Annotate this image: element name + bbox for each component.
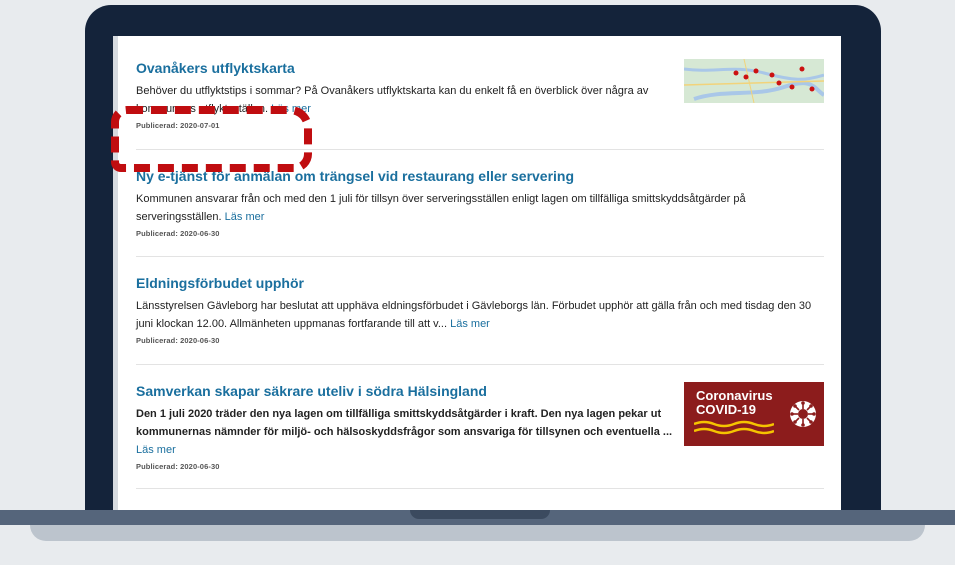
screen-edge: [113, 36, 118, 511]
covid-thumbnail[interactable]: Coronavirus COVID-19: [684, 382, 824, 446]
news-item: Ny e-tjänst för anmälan om trängsel vid …: [136, 168, 824, 238]
divider: [136, 149, 824, 150]
article-title-link[interactable]: Eldningsförbudet upphör: [136, 275, 304, 291]
article-summary: Länsstyrelsen Gävleborg har beslutat att…: [136, 297, 824, 333]
laptop-notch: [410, 510, 550, 519]
divider: [136, 256, 824, 257]
laptop-base-shadow: [30, 525, 925, 541]
divider: [136, 488, 824, 489]
article-summary: Kommunen ansvarar från och med den 1 jul…: [136, 190, 816, 226]
read-more-link[interactable]: Läs mer: [271, 103, 311, 115]
publish-date: Publicerad: 2020-06-30: [136, 229, 220, 238]
article-title-link[interactable]: Samverkan skapar säkrare uteliv i södra …: [136, 383, 487, 399]
article-summary: Den 1 juli 2020 träder den nya lagen om …: [136, 405, 676, 459]
wave-decoration-icon: [694, 420, 774, 435]
covid-badge-line1: Coronavirus: [696, 388, 773, 403]
read-more-link[interactable]: Läs mer: [136, 444, 176, 456]
divider: [136, 364, 824, 365]
article-title-link[interactable]: Ovanåkers utflyktskarta: [136, 60, 295, 76]
read-more-link[interactable]: Läs mer: [450, 318, 490, 330]
article-text: Behöver du utflyktstips i sommar? På Ova…: [136, 85, 649, 115]
article-summary: Behöver du utflyktstips i sommar? På Ova…: [136, 82, 676, 118]
article-title-link[interactable]: Ny e-tjänst för anmälan om trängsel vid …: [136, 168, 574, 184]
covid-badge-line2: COVID-19: [696, 402, 756, 417]
read-more-link[interactable]: Läs mer: [225, 211, 265, 223]
publish-date: Publicerad: 2020-06-30: [136, 462, 220, 471]
news-item: Eldningsförbudet upphör Länsstyrelsen Gä…: [136, 275, 824, 345]
publish-date: Publicerad: 2020-06-30: [136, 336, 220, 345]
virus-icon: [790, 401, 816, 427]
map-thumbnail[interactable]: [684, 59, 824, 103]
article-text: Den 1 juli 2020 träder den nya lagen om …: [136, 408, 673, 438]
publish-date: Publicerad: 2020-07-01: [136, 121, 220, 130]
